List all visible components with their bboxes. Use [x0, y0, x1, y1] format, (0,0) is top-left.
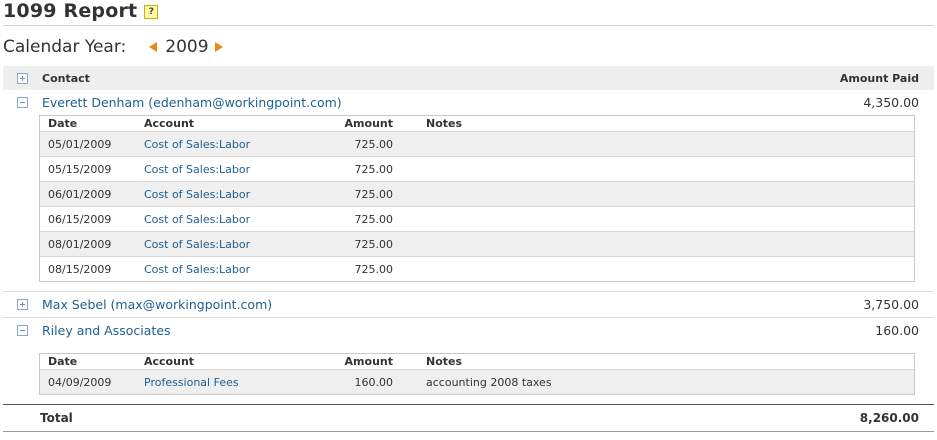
- row-date: 08/15/2009: [48, 262, 112, 276]
- report-table: Contact Amount Paid Everett Denham (eden…: [3, 66, 934, 432]
- table-row: 05/15/2009 Cost of Sales:Labor 725.00: [40, 157, 914, 182]
- row-amount: 725.00: [354, 212, 394, 226]
- notes-column-header: Notes: [426, 117, 463, 130]
- contact-link[interactable]: Everett Denham (edenham@workingpoint.com…: [42, 95, 342, 110]
- amount-paid-column-header: Amount Paid: [839, 71, 919, 85]
- table-row: 08/15/2009 Cost of Sales:Labor 725.00: [40, 257, 914, 281]
- row-date: 05/01/2009: [48, 137, 112, 151]
- total-amount: 8,260.00: [859, 411, 919, 425]
- table-row: 06/15/2009 Cost of Sales:Labor 725.00: [40, 207, 914, 232]
- row-amount: 725.00: [354, 187, 394, 201]
- collapse-icon[interactable]: [17, 97, 28, 108]
- row-notes: accounting 2008 taxes: [426, 375, 552, 389]
- account-column-header: Account: [144, 355, 195, 368]
- prev-year-arrow-icon[interactable]: [149, 42, 158, 52]
- row-amount: 725.00: [354, 262, 394, 276]
- detail-header: Date Account Amount Notes: [40, 354, 914, 370]
- row-amount: 725.00: [354, 137, 394, 151]
- expand-all-icon[interactable]: [17, 72, 28, 84]
- table-row: 06/01/2009 Cost of Sales:Labor 725.00: [40, 182, 914, 207]
- contact-amount: 160.00: [875, 323, 919, 338]
- row-date: 05/15/2009: [48, 162, 112, 176]
- row-amount: 725.00: [354, 237, 394, 251]
- year-value: 2009: [165, 37, 209, 57]
- total-row: Total 8,260.00: [3, 404, 934, 432]
- account-column-header: Account: [144, 117, 195, 130]
- row-account-link[interactable]: Professional Fees: [144, 376, 239, 389]
- row-account-link[interactable]: Cost of Sales:Labor: [144, 263, 250, 276]
- contact-amount: 4,350.00: [863, 95, 919, 110]
- contact-detail-table: Date Account Amount Notes 04/09/2009 Pro…: [39, 353, 915, 395]
- calendar-year-label: Calendar Year:: [3, 37, 127, 57]
- contact-row: Everett Denham (edenham@workingpoint.com…: [3, 90, 934, 115]
- row-date: 04/09/2009: [48, 375, 112, 389]
- detail-header: Date Account Amount Notes: [40, 116, 914, 132]
- row-account-link[interactable]: Cost of Sales:Labor: [144, 138, 250, 151]
- row-date: 08/01/2009: [48, 237, 112, 251]
- table-header: Contact Amount Paid: [3, 66, 934, 90]
- collapse-icon[interactable]: [17, 325, 28, 336]
- next-year-arrow-icon[interactable]: [214, 42, 223, 52]
- date-column-header: Date: [48, 117, 78, 130]
- table-row: 05/01/2009 Cost of Sales:Labor 725.00: [40, 132, 914, 157]
- amount-column-header: Amount: [344, 355, 393, 368]
- contact-amount: 3,750.00: [863, 297, 919, 312]
- row-account-link[interactable]: Cost of Sales:Labor: [144, 188, 250, 201]
- contact-row: Max Sebel (max@workingpoint.com) 3,750.0…: [3, 291, 934, 318]
- contact-link[interactable]: Riley and Associates: [42, 323, 171, 338]
- page-title: 1099 Report: [3, 0, 138, 22]
- row-account-link[interactable]: Cost of Sales:Labor: [144, 163, 250, 176]
- row-date: 06/15/2009: [48, 212, 112, 226]
- page-header: 1099 Report ?: [3, 0, 159, 22]
- help-icon[interactable]: ?: [144, 5, 159, 19]
- contact-link[interactable]: Max Sebel (max@workingpoint.com): [42, 297, 272, 312]
- table-row: 04/09/2009 Professional Fees 160.00 acco…: [40, 370, 914, 394]
- total-label: Total: [40, 411, 73, 425]
- contact-row: Riley and Associates 160.00: [3, 318, 934, 343]
- row-amount: 725.00: [354, 162, 394, 176]
- contact-detail-table: Date Account Amount Notes 05/01/2009 Cos…: [39, 115, 915, 282]
- year-selector: Calendar Year: 2009: [3, 36, 223, 58]
- row-date: 06/01/2009: [48, 187, 112, 201]
- date-column-header: Date: [48, 355, 78, 368]
- row-account-link[interactable]: Cost of Sales:Labor: [144, 213, 250, 226]
- header-divider: [3, 25, 934, 26]
- row-amount: 160.00: [354, 375, 394, 389]
- contact-column-header: Contact: [42, 71, 90, 85]
- amount-column-header: Amount: [344, 117, 393, 130]
- expand-icon[interactable]: [17, 299, 28, 310]
- notes-column-header: Notes: [426, 355, 463, 368]
- table-row: 08/01/2009 Cost of Sales:Labor 725.00: [40, 232, 914, 257]
- row-account-link[interactable]: Cost of Sales:Labor: [144, 238, 250, 251]
